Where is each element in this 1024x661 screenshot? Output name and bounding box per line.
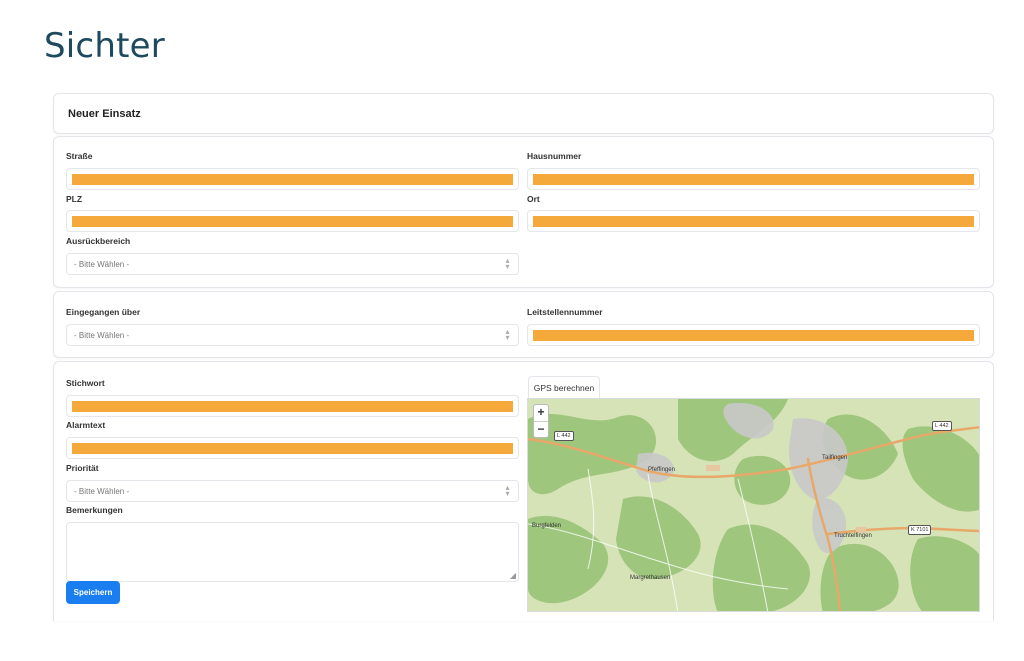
prioritaet-label: Priorität bbox=[66, 463, 99, 473]
bemerkungen-label: Bemerkungen bbox=[66, 505, 123, 515]
eingegangen-select[interactable]: - Bitte Wählen - ▴ ▾ bbox=[66, 324, 519, 346]
town-label: Tailfingen bbox=[822, 455, 848, 461]
leitstellennummer-label: Leitstellennummer bbox=[527, 307, 603, 317]
ausrueckbereich-placeholder: - Bitte Wählen - bbox=[74, 260, 130, 269]
zoom-in-button[interactable]: + bbox=[534, 405, 548, 421]
strasse-value-redacted bbox=[72, 174, 513, 185]
map-tiles bbox=[528, 399, 979, 611]
road-label-l442-east: L 442 bbox=[932, 421, 952, 431]
bemerkungen-textarea[interactable]: ◢ bbox=[66, 522, 519, 582]
ort-value-redacted bbox=[533, 216, 974, 227]
ort-input[interactable] bbox=[527, 210, 980, 232]
app-title: Sichter bbox=[44, 26, 165, 66]
zoom-out-button[interactable]: − bbox=[534, 421, 548, 437]
select-arrows-icon: ▴ ▾ bbox=[505, 256, 510, 271]
form-header-card: Neuer Einsatz bbox=[53, 93, 994, 134]
alarmtext-input[interactable] bbox=[66, 437, 519, 459]
town-label: Pfeffingen bbox=[648, 467, 675, 473]
save-button[interactable]: Speichern bbox=[66, 581, 120, 604]
prioritaet-placeholder: - Bitte Wählen - bbox=[74, 487, 130, 496]
alarmtext-value-redacted bbox=[72, 443, 513, 454]
map-view[interactable]: + − L 442 L 442 K 7101 Tailfingen Pfeffi… bbox=[527, 398, 980, 612]
stichwort-value-redacted bbox=[72, 401, 513, 412]
select-arrows-icon: ▴ ▾ bbox=[505, 327, 510, 342]
plz-input[interactable] bbox=[66, 210, 519, 232]
eingegangen-label: Eingegangen über bbox=[66, 307, 141, 317]
resize-grip-icon[interactable]: ◢ bbox=[510, 571, 516, 580]
plz-value-redacted bbox=[72, 216, 513, 227]
road-label-k7101: K 7101 bbox=[908, 525, 932, 535]
town-label: Burgfelden bbox=[532, 523, 562, 529]
prioritaet-select[interactable]: - Bitte Wählen - ▴ ▾ bbox=[66, 480, 519, 502]
leitstellennummer-value-redacted bbox=[533, 330, 974, 341]
leitstellennummer-input[interactable] bbox=[527, 324, 980, 346]
road-label-l442-west: L 442 bbox=[554, 431, 574, 441]
strasse-input[interactable] bbox=[66, 168, 519, 190]
eingegangen-placeholder: - Bitte Wählen - bbox=[74, 331, 130, 340]
ausrueckbereich-select[interactable]: - Bitte Wählen - ▴ ▾ bbox=[66, 253, 519, 275]
ort-label: Ort bbox=[527, 194, 540, 204]
strasse-label: Straße bbox=[66, 151, 93, 161]
town-label: Margrethausen bbox=[630, 575, 671, 581]
stichwort-label: Stichwort bbox=[66, 378, 105, 388]
form-title: Neuer Einsatz bbox=[68, 108, 141, 120]
plz-label: PLZ bbox=[66, 194, 83, 204]
hausnummer-label: Hausnummer bbox=[527, 151, 582, 161]
ausrueckbereich-label: Ausrückbereich bbox=[66, 236, 131, 246]
tab-gps-berechnen[interactable]: GPS berechnen bbox=[528, 376, 600, 398]
town-label: Truchtelfingen bbox=[834, 533, 872, 539]
alarmtext-label: Alarmtext bbox=[66, 420, 106, 430]
select-arrows-icon: ▴ ▾ bbox=[505, 483, 510, 498]
stichwort-input[interactable] bbox=[66, 395, 519, 417]
hausnummer-input[interactable] bbox=[527, 168, 980, 190]
hausnummer-value-redacted bbox=[533, 174, 974, 185]
zoom-controls: + − bbox=[533, 404, 549, 438]
